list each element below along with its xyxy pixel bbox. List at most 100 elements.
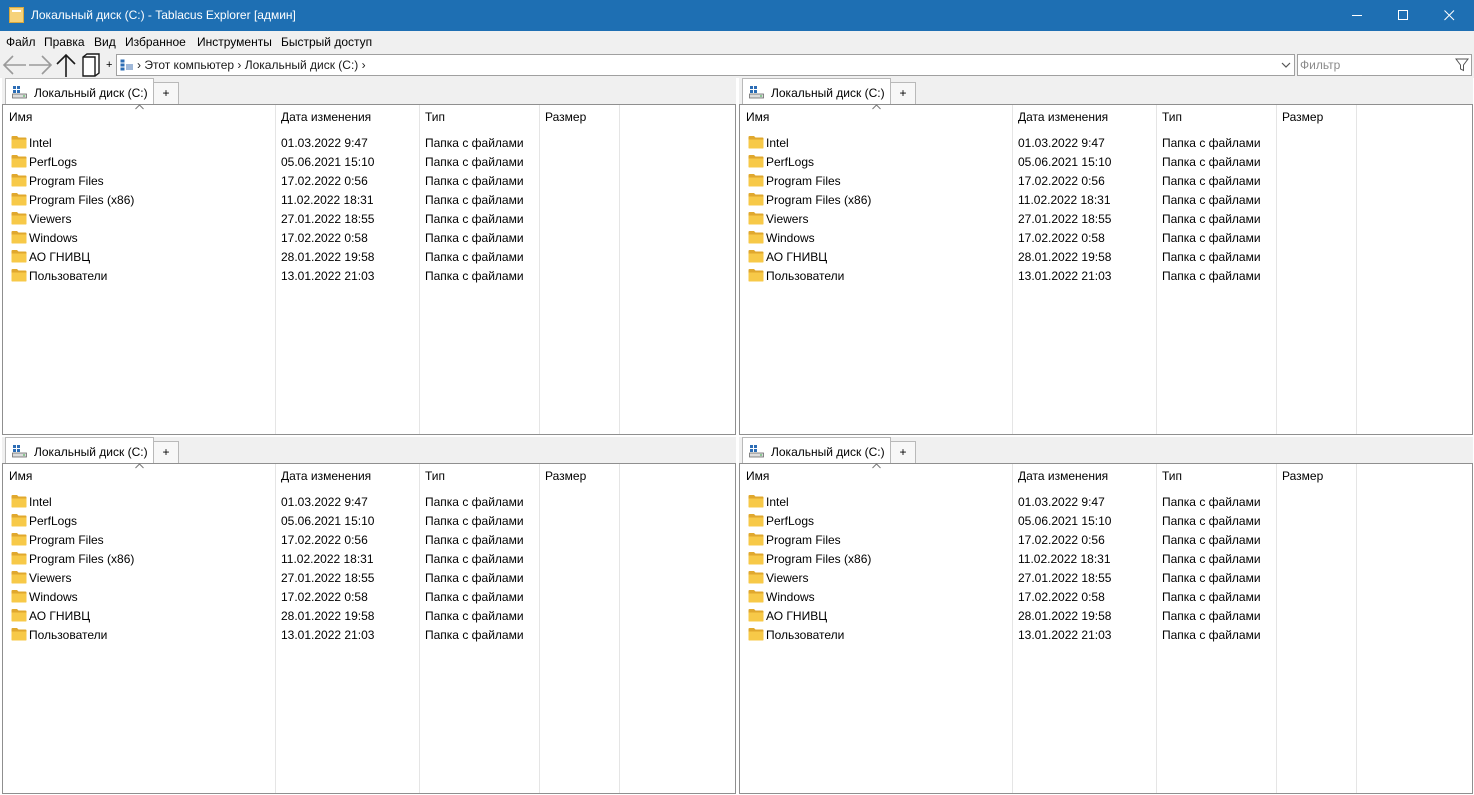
menu-quick-access[interactable]: Быстрый доступ xyxy=(281,35,372,49)
item-type: Папка с файлами xyxy=(425,174,524,188)
column-name-header[interactable]: Имя xyxy=(3,463,275,488)
column-name-header[interactable]: Имя xyxy=(3,104,275,129)
list-item[interactable]: АО ГНИВЦ 28.01.2022 19:58 Папка с файлами xyxy=(3,606,735,625)
item-name: Program Files xyxy=(29,174,104,188)
filter-input[interactable] xyxy=(1300,57,1450,73)
item-type: Папка с файлами xyxy=(425,628,524,642)
list-item[interactable]: Windows 17.02.2022 0:58 Папка с файлами xyxy=(740,587,1472,606)
list-item[interactable]: Windows 17.02.2022 0:58 Папка с файлами xyxy=(3,228,735,247)
tab-local-disk[interactable]: Локальный диск (C:) xyxy=(5,78,154,104)
computer-icon xyxy=(120,59,133,71)
item-type: Папка с файлами xyxy=(425,269,524,283)
item-date: 11.02.2022 18:31 xyxy=(281,193,374,207)
column-date-modified-header[interactable]: Дата изменения xyxy=(275,105,419,129)
tab-local-disk[interactable]: Локальный диск (C:) xyxy=(742,437,891,463)
menu-bar: Файл Правка Вид Избранное Инструменты Бы… xyxy=(0,31,1474,52)
column-size-header[interactable]: Размер xyxy=(539,464,619,488)
column-name-header[interactable]: Имя xyxy=(740,463,1012,488)
list-item[interactable]: Intel 01.03.2022 9:47 Папка с файлами xyxy=(3,492,735,511)
column-date-modified-header[interactable]: Дата изменения xyxy=(1012,464,1156,488)
column-type-header[interactable]: Тип xyxy=(1156,105,1276,129)
list-item[interactable]: Пользователи 13.01.2022 21:03 Папка с файл… xyxy=(740,625,1472,644)
menu-file[interactable]: Файл xyxy=(6,35,36,49)
list-item[interactable]: Intel 01.03.2022 9:47 Папка с файлами xyxy=(3,133,735,152)
file-list[interactable]: Имя Дата изменения Тип Размер Intel 01.03.202… xyxy=(739,463,1473,794)
list-item[interactable]: Program Files (x86) 11.02.2022 18:31 Папка… xyxy=(740,549,1472,568)
address-path[interactable]: › Этот компьютер › Локальный диск (C:) › xyxy=(137,58,366,72)
file-list[interactable]: Имя Дата изменения Тип Размер Intel 01.03.202… xyxy=(2,104,736,435)
add-tab-button[interactable]: + xyxy=(153,82,179,104)
address-bar[interactable]: › Этот компьютер › Локальный диск (C:) › xyxy=(116,54,1295,76)
item-name: Intel xyxy=(766,136,789,150)
menu-edit[interactable]: Правка xyxy=(44,35,85,49)
maximize-button[interactable] xyxy=(1381,0,1427,31)
list-item[interactable]: АО ГНИВЦ 28.01.2022 19:58 Папка с файлами xyxy=(740,247,1472,266)
item-date: 17.02.2022 0:58 xyxy=(281,231,368,245)
column-date-modified-header[interactable]: Дата изменения xyxy=(1012,105,1156,129)
filter-box[interactable] xyxy=(1297,54,1472,76)
item-date: 28.01.2022 19:58 xyxy=(1018,250,1112,264)
list-item[interactable]: Viewers 27.01.2022 18:55 Папка с файлами xyxy=(740,209,1472,228)
list-item[interactable]: Program Files 17.02.2022 0:56 Папка с файл… xyxy=(3,171,735,190)
up-button[interactable] xyxy=(53,52,79,78)
column-type-header[interactable]: Тип xyxy=(419,464,539,488)
menu-tools[interactable]: Инструменты xyxy=(197,35,272,49)
column-type-header[interactable]: Тип xyxy=(1156,464,1276,488)
list-item[interactable]: Пользователи 13.01.2022 21:03 Папка с файл… xyxy=(3,625,735,644)
file-list[interactable]: Имя Дата изменения Тип Размер Intel 01.03.202… xyxy=(739,104,1473,435)
menu-view[interactable]: Вид xyxy=(94,35,116,49)
list-item[interactable]: PerfLogs 05.06.2021 15:10 Папка с файлами xyxy=(740,511,1472,530)
list-item[interactable]: PerfLogs 05.06.2021 15:10 Папка с файлами xyxy=(3,152,735,171)
list-item[interactable]: Windows 17.02.2022 0:58 Папка с файлами xyxy=(3,587,735,606)
list-item[interactable]: Program Files (x86) 11.02.2022 18:31 Папка… xyxy=(3,549,735,568)
item-name: Program Files (x86) xyxy=(29,193,135,207)
column-date-modified-header[interactable]: Дата изменения xyxy=(275,464,419,488)
list-item[interactable]: Program Files (x86) 11.02.2022 18:31 Папка… xyxy=(3,190,735,209)
list-item[interactable]: Program Files 17.02.2022 0:56 Папка с файл… xyxy=(3,530,735,549)
list-item[interactable]: Program Files 17.02.2022 0:56 Папка с файл… xyxy=(740,530,1472,549)
column-size-header[interactable]: Размер xyxy=(539,105,619,129)
new-tab-button[interactable] xyxy=(80,52,104,78)
list-item[interactable]: Пользователи 13.01.2022 21:03 Папка с файл… xyxy=(740,266,1472,285)
minimize-button[interactable] xyxy=(1335,0,1381,31)
item-date: 05.06.2021 15:10 xyxy=(1018,514,1112,528)
menu-favorites[interactable]: Избранное xyxy=(125,35,186,49)
item-name: Viewers xyxy=(766,212,809,226)
chevron-down-icon[interactable] xyxy=(1281,60,1291,70)
item-name: АО ГНИВЦ xyxy=(29,250,91,264)
folder-icon xyxy=(11,495,27,508)
column-name-header[interactable]: Имя xyxy=(740,104,1012,129)
list-item[interactable]: Intel 01.03.2022 9:47 Папка с файлами xyxy=(740,133,1472,152)
filter-icon[interactable] xyxy=(1455,58,1469,72)
list-item[interactable]: PerfLogs 05.06.2021 15:10 Папка с файлами xyxy=(3,511,735,530)
tab-local-disk[interactable]: Локальный диск (C:) xyxy=(5,437,154,463)
list-item[interactable]: PerfLogs 05.06.2021 15:10 Папка с файлами xyxy=(740,152,1472,171)
list-item[interactable]: Пользователи 13.01.2022 21:03 Папка с файл… xyxy=(3,266,735,285)
list-item[interactable]: Program Files (x86) 11.02.2022 18:31 Папка… xyxy=(740,190,1472,209)
toolbar: + › Этот компьютер › Локальный диск (C:)… xyxy=(0,52,1474,78)
item-type: Папка с файлами xyxy=(1162,269,1261,283)
list-item[interactable]: АО ГНИВЦ 28.01.2022 19:58 Папка с файлами xyxy=(3,247,735,266)
column-size-header[interactable]: Размер xyxy=(1276,464,1356,488)
file-list[interactable]: Имя Дата изменения Тип Размер Intel 01.03.202… xyxy=(2,463,736,794)
folder-icon xyxy=(748,571,764,584)
forward-button[interactable] xyxy=(27,52,53,78)
tab-local-disk[interactable]: Локальный диск (C:) xyxy=(742,78,891,104)
list-item[interactable]: Viewers 27.01.2022 18:55 Папка с файлами xyxy=(3,568,735,587)
back-button[interactable] xyxy=(2,52,28,78)
column-size-header[interactable]: Размер xyxy=(1276,105,1356,129)
list-item[interactable]: АО ГНИВЦ 28.01.2022 19:58 Папка с файлами xyxy=(740,606,1472,625)
list-item[interactable]: Viewers 27.01.2022 18:55 Папка с файлами xyxy=(740,568,1472,587)
column-type-header[interactable]: Тип xyxy=(419,105,539,129)
list-item[interactable]: Viewers 27.01.2022 18:55 Папка с файлами xyxy=(3,209,735,228)
add-tab-button[interactable]: + xyxy=(890,82,916,104)
close-button[interactable] xyxy=(1427,0,1473,31)
add-button[interactable]: + xyxy=(106,59,112,71)
list-item[interactable]: Intel 01.03.2022 9:47 Папка с файлами xyxy=(740,492,1472,511)
list-item[interactable]: Program Files 17.02.2022 0:56 Папка с файл… xyxy=(740,171,1472,190)
item-name: Windows xyxy=(29,590,78,604)
add-tab-button[interactable]: + xyxy=(890,441,916,463)
list-item[interactable]: Windows 17.02.2022 0:58 Папка с файлами xyxy=(740,228,1472,247)
add-tab-button[interactable]: + xyxy=(153,441,179,463)
item-type: Папка с файлами xyxy=(1162,628,1261,642)
